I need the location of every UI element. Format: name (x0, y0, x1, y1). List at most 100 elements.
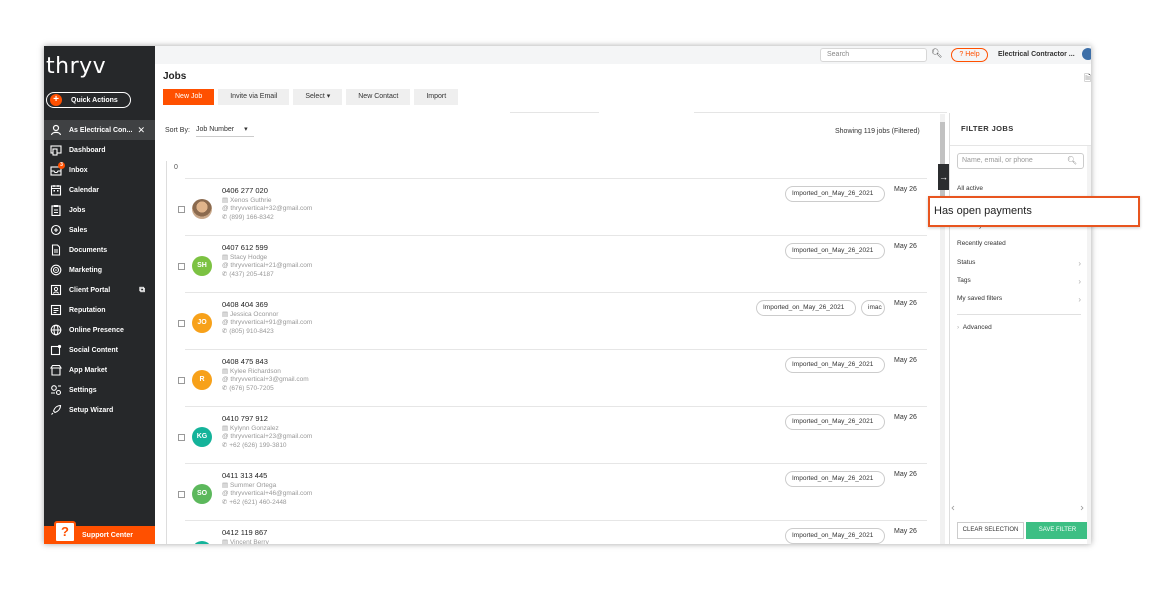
sidebar-item-label: Reputation (69, 306, 106, 314)
help-button[interactable]: ? Help (951, 48, 988, 62)
contact-phone-line: ✆ (899) 166-8342 (222, 213, 312, 221)
sidebar-item-app-market[interactable]: App Market (44, 360, 155, 380)
export-icon[interactable]: 🗎 (1084, 71, 1091, 87)
save-filter-button[interactable]: SAVE FILTER (1026, 522, 1089, 539)
contact-email: thryvvertical+46@gmail.com (230, 490, 313, 497)
job-row[interactable]: 0406 277 020 ▤ Xenos Guthrie @ thryvvertic… (178, 178, 927, 235)
tag-badge[interactable]: Imported_on_May_26_2021 (785, 186, 885, 202)
contact-email-line: @ thryvvertical+3@gmail.com (222, 376, 309, 383)
job-number[interactable]: 0408 475 843 (222, 357, 268, 366)
avatar: SH (192, 256, 212, 276)
select-label: Select (305, 93, 325, 100)
global-search-input[interactable]: Search (820, 48, 927, 62)
new-job-button[interactable]: New Job (163, 89, 215, 105)
job-row[interactable]: KG 0410 797 912 ▤ Kylynn Gonzalez @ thryvve… (178, 406, 927, 463)
contact-email: thryvvertical+32@gmail.com (230, 205, 313, 212)
job-row[interactable]: JO 0408 404 369 ▤ Jessica Oconnor @ thryvve… (178, 292, 927, 349)
contact-phone-line: ✆ +62 (621) 460-2448 (222, 498, 312, 506)
contact-card-icon: ▤ (222, 368, 230, 375)
has-open-payments-callout[interactable]: Has open payments (928, 196, 1140, 227)
tag-badge[interactable]: Imported_on_May_26_2021 (785, 243, 885, 259)
sidebar-item-label: Marketing (69, 266, 103, 274)
job-number[interactable]: 0410 797 912 (222, 414, 268, 423)
external-link-icon[interactable]: ⧉ (139, 285, 145, 295)
documents-icon (50, 244, 62, 256)
row-checkbox[interactable] (178, 434, 185, 441)
row-checkbox[interactable] (178, 320, 185, 327)
contact-name-line: ▤ Stacy Hodge (222, 253, 312, 261)
sidebar-item-setup-wizard[interactable]: Setup Wizard (44, 400, 155, 420)
job-row[interactable]: SH 0407 612 599 ▤ Stacy Hodge @ thryvvertic… (178, 235, 927, 292)
sales-icon (50, 224, 62, 236)
collapse-filter-button[interactable]: → (938, 164, 949, 190)
sidebar-item-dashboard[interactable]: Dashboard (44, 140, 155, 160)
contact-name: Xenos Guthrie (229, 197, 272, 204)
job-number-line: 0408 475 843 (222, 357, 309, 366)
job-number[interactable]: 0408 404 369 (222, 300, 268, 309)
avatar[interactable] (1082, 48, 1091, 60)
avatar (192, 541, 212, 544)
tag-badge[interactable]: Imported_on_May_26_2021 (785, 414, 885, 430)
sidebar-item-label: Sales (69, 226, 88, 234)
sidebar-item-account[interactable]: As Electrical Con... ✕ (44, 120, 155, 140)
row-checkbox[interactable] (178, 263, 185, 270)
row-checkbox[interactable] (178, 377, 185, 384)
contact-email-line: @ thryvvertical+91@gmail.com (222, 319, 312, 326)
contact-phone: (899) 166-8342 (229, 214, 274, 221)
job-row[interactable]: SO 0411 313 445 ▤ Summer Ortega @ thryvvert… (178, 463, 927, 520)
new-contact-button[interactable]: New Contact (346, 89, 411, 105)
import-button[interactable]: Import (414, 89, 459, 105)
filter-status[interactable]: Status › (957, 259, 1081, 268)
sidebar-item-inbox[interactable]: 3 Inbox (44, 160, 155, 180)
job-number[interactable]: 0407 612 599 (222, 243, 268, 252)
sidebar-item-social-content[interactable]: Social Content (44, 340, 155, 360)
account-name[interactable]: Electrical Contractor ... (998, 51, 1075, 58)
tag-badge[interactable]: Imported_on_May_26_2021 (785, 357, 885, 373)
job-row[interactable]: 0412 119 867 ▤ Vincent Berry Imported_on_M… (185, 520, 927, 544)
support-center-button[interactable]: ? Support Center (44, 521, 155, 544)
filter-recently-created[interactable]: Recently created (957, 240, 1081, 247)
sidebar-item-marketing[interactable]: Marketing (44, 260, 155, 280)
job-row[interactable]: R 0408 475 843 ▤ Kylee Richardson @ thryvve… (178, 349, 927, 406)
sidebar-item-jobs[interactable]: Jobs (44, 200, 155, 220)
filter-horizontal-scrollbar[interactable] (951, 505, 1084, 511)
filter-search-input[interactable]: Name, email, or phone 🔍︎ (957, 153, 1084, 169)
sidebar-item-sales[interactable]: Sales (44, 220, 155, 240)
job-number[interactable]: 0411 313 445 (222, 471, 267, 480)
app-window: thryv + Quick Actions As Electrical Con.… (44, 46, 1091, 544)
sidebar-item-label: Online Presence (69, 326, 124, 334)
contact-card-icon: ▤ (222, 254, 230, 261)
filter-advanced[interactable]: › Advanced (957, 324, 992, 331)
contact-email: thryvvertical+23@gmail.com (230, 433, 313, 440)
tag-badge[interactable]: Imported_on_May_26_2021 (785, 471, 885, 487)
close-icon[interactable]: ✕ (137, 125, 145, 136)
sort-select[interactable]: Job Number ▾ (196, 125, 254, 137)
search-icon[interactable]: 🔍︎ (931, 48, 942, 59)
sidebar-item-documents[interactable]: Documents (44, 240, 155, 260)
sidebar-item-settings[interactable]: Settings (44, 380, 155, 400)
clear-selection-button[interactable]: CLEAR SELECTION (957, 522, 1024, 539)
sidebar-item-client-portal[interactable]: Client Portal ⧉ (44, 280, 155, 300)
avatar: SO (192, 484, 212, 504)
filter-my-saved-filters[interactable]: My saved filters › (957, 295, 1081, 304)
sidebar-item-label: Social Content (69, 346, 119, 354)
filter-all-active[interactable]: All active (957, 185, 1081, 192)
sidebar-item-online-presence[interactable]: Online Presence (44, 320, 155, 340)
avatar: R (192, 370, 212, 390)
jobs-icon (50, 204, 62, 216)
quick-actions-button[interactable]: + Quick Actions (46, 92, 131, 108)
sidebar-item-reputation[interactable]: Reputation (44, 300, 155, 320)
job-number[interactable]: 0406 277 020 (222, 186, 268, 195)
tag-badge[interactable]: Imported_on_May_26_2021 (785, 528, 885, 544)
top-header: Search 🔍︎ ? Help Electrical Contractor .… (155, 46, 1091, 64)
tag-badge[interactable]: Imported_on_May_26_2021 (756, 300, 856, 316)
select-dropdown[interactable]: Select ▾ (293, 89, 343, 105)
row-checkbox[interactable] (178, 491, 185, 498)
row-checkbox[interactable] (178, 206, 185, 213)
tag-badge[interactable]: imac (861, 300, 885, 316)
invite-via-email-button[interactable]: Invite via Email (218, 89, 290, 105)
job-number[interactable]: 0412 119 867 (222, 528, 267, 537)
sidebar-item-calendar[interactable]: Calendar (44, 180, 155, 200)
job-info: 0410 797 912 ▤ Kylynn Gonzalez @ thryvvert… (222, 414, 312, 449)
filter-tags[interactable]: Tags › (957, 277, 1081, 286)
